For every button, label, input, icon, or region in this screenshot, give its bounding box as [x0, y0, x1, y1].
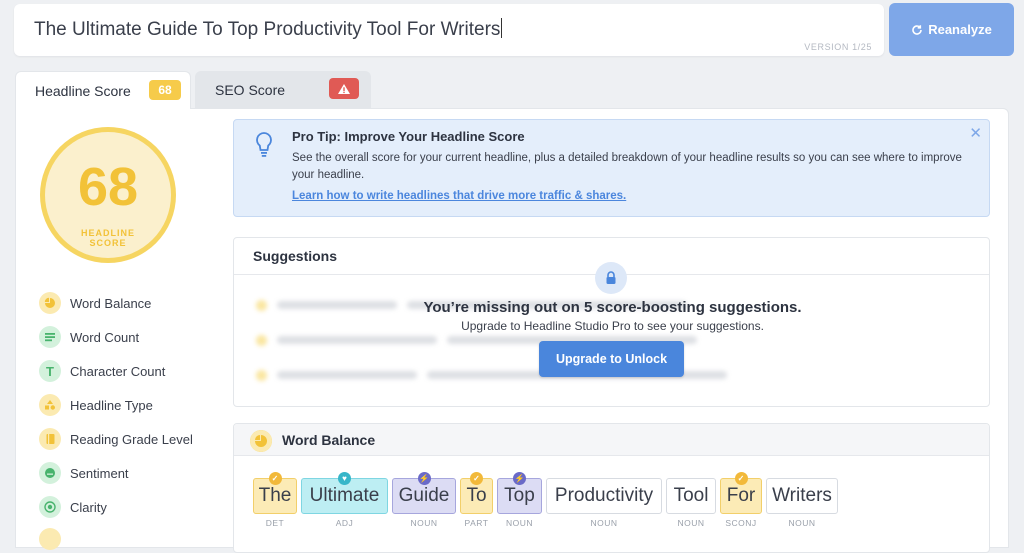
word-pos-tag: DET — [265, 518, 285, 528]
tab-seo-score-label: SEO Score — [215, 81, 286, 98]
word-chip-tool[interactable]: Tool — [666, 478, 716, 514]
lightbulb-icon — [256, 132, 272, 157]
word-pos-tag: NOUN — [788, 518, 816, 528]
pie-chart-icon — [250, 430, 272, 452]
metric-reading-grade-level[interactable]: Reading Grade Level — [39, 427, 193, 451]
metric-label: Character Count — [70, 363, 166, 379]
headline-score-badge: 68 — [149, 80, 181, 100]
metric-headline-type[interactable]: Headline Type — [39, 393, 153, 417]
text-cursor — [501, 18, 503, 38]
word-pos-tag: NOUN — [677, 518, 705, 528]
target-icon — [39, 496, 61, 518]
word-pos-tag: SCONJ — [725, 518, 757, 528]
metric-label: Word Count — [70, 329, 140, 345]
metric-sentiment[interactable]: Sentiment — [39, 461, 129, 485]
word-pos-tag: NOUN — [590, 518, 618, 528]
word-pos-tag: NOUN — [410, 518, 438, 528]
check-icon: ✓ — [268, 472, 282, 485]
refresh-icon — [912, 24, 923, 35]
pro-tip-link[interactable]: Learn how to write headlines that drive … — [292, 190, 626, 202]
word-chip-writers[interactable]: Writers — [766, 478, 838, 514]
score-label-line1: HEADLINE — [80, 228, 135, 238]
warning-icon — [329, 78, 359, 99]
pro-tip-title: Pro Tip: Improve Your Headline Score — [292, 129, 525, 144]
word-balance-title: Word Balance — [282, 432, 376, 448]
word-pos-tag: PART — [464, 518, 489, 528]
reanalyze-button[interactable]: Reanalyze — [889, 3, 1014, 56]
headline-score-value: 68 — [77, 157, 139, 217]
tab-headline-score[interactable]: Headline Score 68 — [15, 71, 191, 109]
headline-input[interactable]: The Ultimate Guide To Top Productivity T… — [14, 4, 884, 56]
score-label-line2: SCORE — [89, 238, 127, 248]
tab-seo-score[interactable]: SEO Score — [195, 71, 371, 108]
partial-icon — [39, 528, 61, 550]
close-icon[interactable]: ✕ — [969, 124, 982, 142]
metric-word-count[interactable]: Word Count — [39, 325, 139, 349]
reanalyze-label: Reanalyze — [928, 22, 992, 37]
word-chip-productivity[interactable]: Productivity — [546, 478, 662, 514]
text-t-icon: T — [39, 360, 61, 382]
pro-tip-banner: Pro Tip: Improve Your Headline Score See… — [233, 119, 990, 217]
missing-suggestions-title: You’re missing out on 5 score-boosting s… — [423, 299, 802, 316]
metric-label: Word Balance — [70, 295, 152, 311]
emotion-icon: ♥ — [338, 472, 351, 485]
check-icon: ✓ — [470, 472, 483, 485]
upgrade-to-unlock-button[interactable]: Upgrade to Unlock — [539, 341, 684, 377]
headline-text: The Ultimate Guide To Top Productivity T… — [34, 19, 501, 40]
lock-icon — [595, 262, 627, 294]
shapes-icon — [39, 394, 61, 416]
suggestions-card: Suggestions You’re missing out on 5 scor… — [233, 237, 990, 407]
word-balance-header[interactable]: Word Balance — [234, 424, 989, 456]
metric-label: Reading Grade Level — [70, 431, 193, 447]
metric-word-balance[interactable]: Word Balance — [39, 291, 151, 315]
bolt-icon: ⚡ — [417, 472, 431, 485]
list-icon — [39, 326, 61, 348]
metric-label: Headline Type — [70, 397, 153, 413]
upgrade-text: Upgrade to Headline Studio Pro to see yo… — [461, 319, 764, 333]
metric-partial — [39, 527, 70, 551]
bolt-icon: ⚡ — [513, 472, 526, 485]
metric-character-count[interactable]: T Character Count — [39, 359, 165, 383]
word-pos-tag: NOUN — [505, 518, 534, 528]
book-icon — [39, 428, 61, 450]
pie-chart-icon — [39, 292, 61, 314]
metric-label: Sentiment — [70, 465, 129, 481]
headline-score-label: HEADLINE SCORE — [40, 228, 176, 248]
face-icon — [39, 462, 61, 484]
check-icon: ✓ — [734, 472, 748, 485]
metric-label: Clarity — [70, 499, 107, 515]
word-pos-tag: ADJ — [335, 518, 354, 528]
suggestions-title: Suggestions — [253, 248, 338, 264]
pro-tip-body: See the overall score for your current h… — [292, 152, 962, 181]
tab-headline-score-label: Headline Score — [35, 82, 131, 99]
version-indicator: VERSION 1/25 — [804, 42, 872, 52]
metric-clarity[interactable]: Clarity — [39, 495, 107, 519]
